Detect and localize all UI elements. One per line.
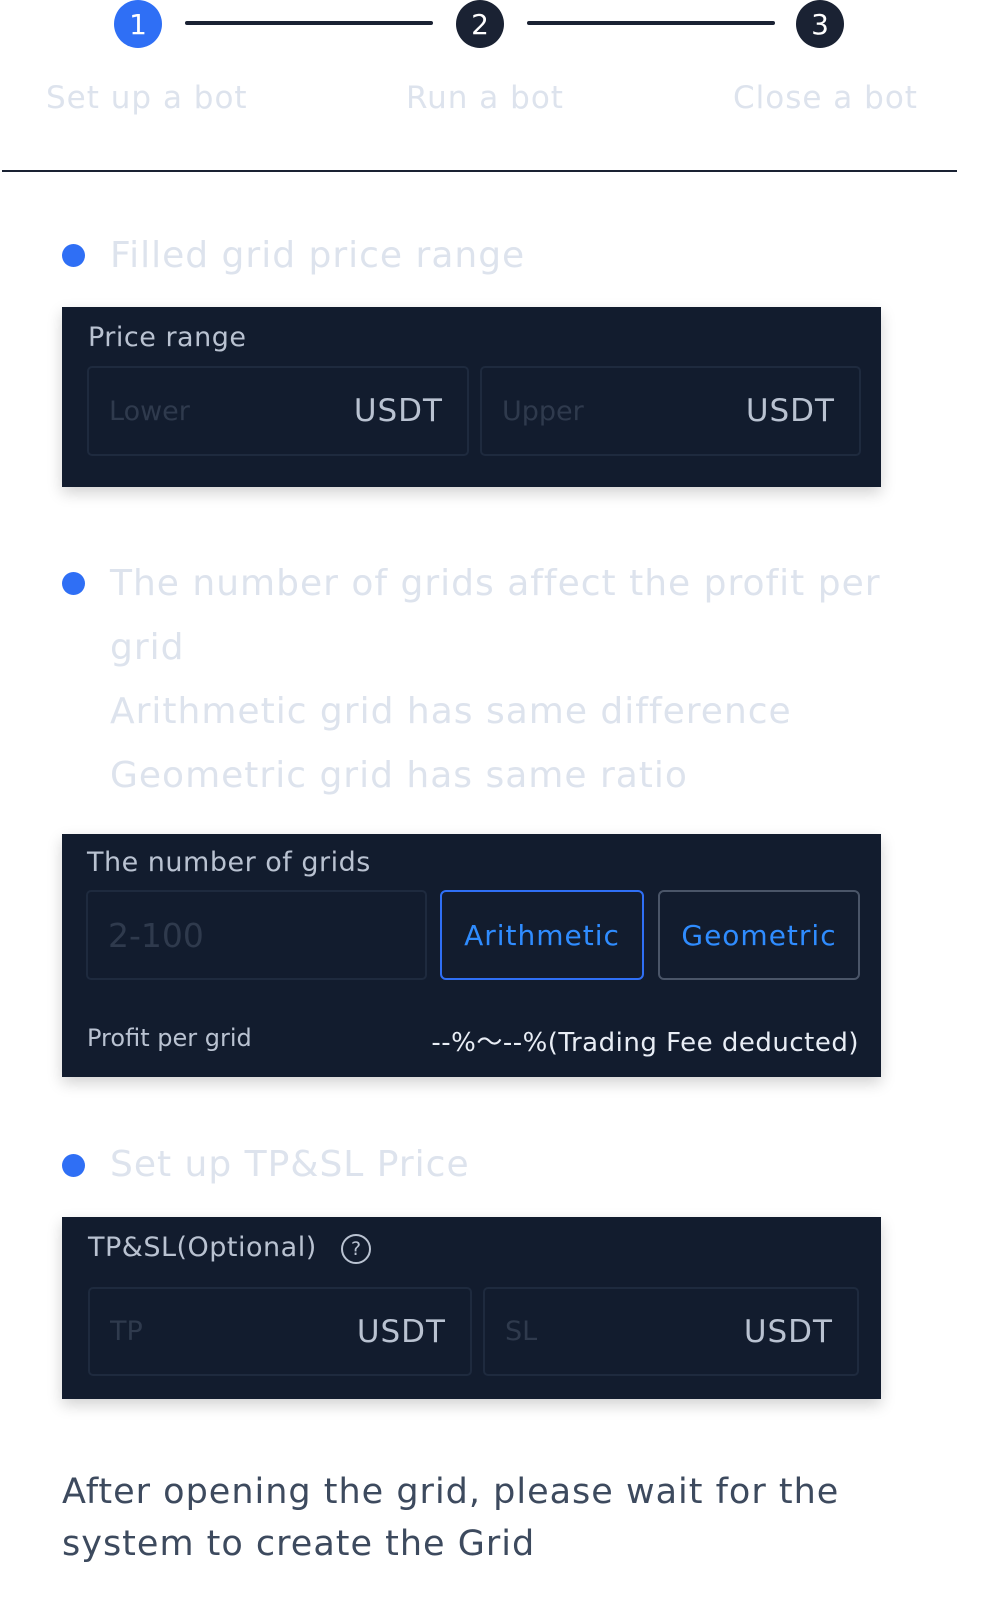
lower-price-input[interactable]	[109, 368, 336, 454]
price-range-heading: Filled grid price range	[110, 235, 526, 276]
grids-panel: The number of grids Arithmetic Geometric…	[62, 834, 881, 1077]
upper-price-input[interactable]	[502, 368, 729, 454]
tpsl-panel: TP&SL(Optional) ? USDT USDT	[62, 1217, 881, 1399]
help-circle-icon[interactable]: ?	[341, 1234, 371, 1264]
step-1-label: Set up a bot	[46, 80, 248, 116]
bullet-dot-icon	[62, 1154, 85, 1177]
upper-price-field[interactable]: USDT	[480, 366, 861, 456]
tpsl-label: TP&SL(Optional)	[88, 1232, 317, 1263]
profit-per-grid-label: Profit per grid	[87, 1024, 252, 1052]
tp-field[interactable]: USDT	[88, 1287, 472, 1376]
tp-input[interactable]	[110, 1289, 338, 1374]
step-2-label: Run a bot	[406, 80, 564, 116]
profit-per-grid-value: --%～--%(Trading Fee deducted)	[431, 1028, 859, 1058]
bullet-dot-icon	[62, 572, 85, 595]
price-range-panel: Price range USDT USDT	[62, 307, 881, 487]
grids-label: The number of grids	[87, 847, 371, 878]
stepper-divider	[2, 170, 957, 172]
grids-heading-line-1: The number of grids affect the profit pe…	[110, 563, 881, 604]
step-connector-1	[185, 21, 433, 25]
sl-field[interactable]: USDT	[483, 1287, 859, 1376]
step-3-number: 3	[811, 7, 829, 41]
footer-note: After opening the grid, please wait for …	[62, 1472, 840, 1564]
bullet-dot-icon	[62, 244, 85, 267]
grids-heading-line-4: Geometric grid has same ratio	[110, 755, 688, 796]
price-range-label: Price range	[88, 322, 247, 353]
step-3-label: Close a bot	[733, 80, 918, 116]
grids-heading-line-2: grid	[110, 627, 185, 668]
step-2-circle: 2	[456, 0, 504, 48]
step-1-circle: 1	[114, 0, 162, 48]
lower-price-field[interactable]: USDT	[87, 366, 469, 456]
tpsl-heading: Set up TP&SL Price	[110, 1144, 470, 1185]
arithmetic-button[interactable]: Arithmetic	[440, 890, 644, 980]
step-2-number: 2	[471, 7, 489, 41]
step-3-circle: 3	[796, 0, 844, 48]
upper-price-unit: USDT	[745, 393, 835, 429]
step-1-number: 1	[129, 7, 147, 41]
step-connector-2	[527, 21, 775, 25]
stepper: 1 2 3 Set up a bot Run a bot Close a bot	[0, 0, 981, 176]
grids-heading-line-3: Arithmetic grid has same difference	[110, 691, 792, 732]
geometric-button[interactable]: Geometric	[658, 890, 860, 980]
sl-input[interactable]	[505, 1289, 729, 1374]
grids-count-field[interactable]	[86, 890, 427, 980]
tp-unit: USDT	[356, 1313, 446, 1350]
grids-count-input[interactable]	[108, 892, 395, 978]
lower-price-unit: USDT	[353, 393, 443, 429]
sl-unit: USDT	[743, 1313, 833, 1350]
